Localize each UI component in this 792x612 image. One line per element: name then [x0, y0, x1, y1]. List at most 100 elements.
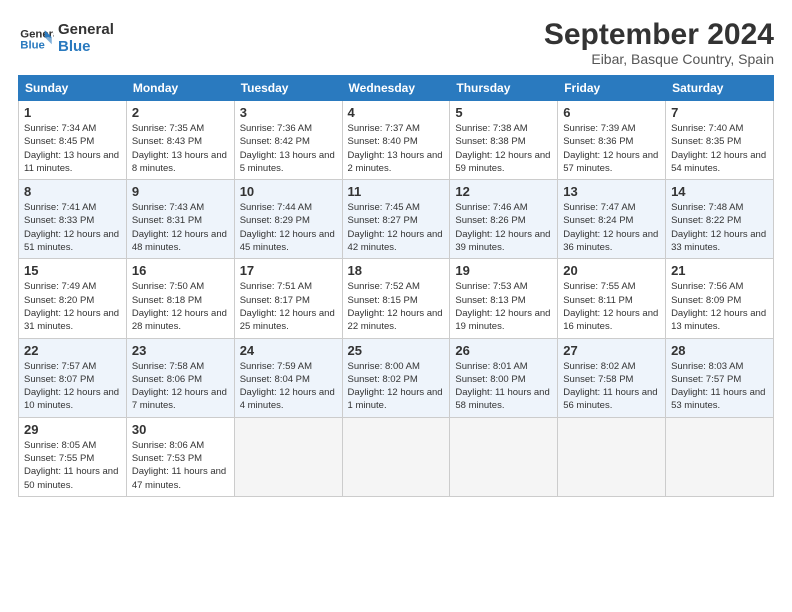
day-cell-26: 26 Sunrise: 8:01 AMSunset: 8:00 PMDayligh… — [450, 338, 558, 417]
calendar-table: Sunday Monday Tuesday Wednesday Thursday… — [18, 75, 774, 497]
col-monday: Monday — [126, 76, 234, 101]
day-number: 25 — [348, 343, 445, 358]
day-number: 16 — [132, 263, 229, 278]
day-cell-27: 27 Sunrise: 8:02 AMSunset: 7:58 PMDayligh… — [558, 338, 666, 417]
day-cell-5: 5 Sunrise: 7:38 AMSunset: 8:38 PMDaylight… — [450, 101, 558, 180]
day-number: 11 — [348, 184, 445, 199]
page-subtitle: Eibar, Basque Country, Spain — [544, 51, 774, 67]
day-info: Sunrise: 7:43 AMSunset: 8:31 PMDaylight:… — [132, 201, 229, 254]
day-number: 15 — [24, 263, 121, 278]
day-number: 10 — [240, 184, 337, 199]
day-info: Sunrise: 7:37 AMSunset: 8:40 PMDaylight:… — [348, 122, 445, 175]
calendar-row-4: 22 Sunrise: 7:57 AMSunset: 8:07 PMDayligh… — [19, 338, 774, 417]
day-number: 22 — [24, 343, 121, 358]
page: General Blue General Blue September 2024… — [0, 0, 792, 612]
day-cell-21: 21Sunrise: 7:56 AMSunset: 8:09 PMDayligh… — [666, 259, 774, 338]
col-sunday: Sunday — [19, 76, 127, 101]
day-number: 13 — [563, 184, 660, 199]
day-info: Sunrise: 8:01 AMSunset: 8:00 PMDaylight:… — [455, 360, 552, 413]
day-cell-30: 30Sunrise: 8:06 AMSunset: 7:53 PMDayligh… — [126, 417, 234, 496]
calendar-row-5: 29 Sunrise: 8:05 AMSunset: 7:55 PMDayligh… — [19, 417, 774, 496]
day-cell-12: 12Sunrise: 7:46 AMSunset: 8:26 PMDayligh… — [450, 180, 558, 259]
day-info: Sunrise: 7:38 AMSunset: 8:38 PMDaylight:… — [455, 122, 552, 175]
day-number: 27 — [563, 343, 660, 358]
col-thursday: Thursday — [450, 76, 558, 101]
day-info: Sunrise: 7:48 AMSunset: 8:22 PMDaylight:… — [671, 201, 768, 254]
day-info: Sunrise: 8:02 AMSunset: 7:58 PMDaylight:… — [563, 360, 660, 413]
day-info: Sunrise: 7:34 AMSunset: 8:45 PMDaylight:… — [24, 122, 121, 175]
title-block: September 2024 Eibar, Basque Country, Sp… — [544, 18, 774, 67]
logo-icon: General Blue — [18, 25, 54, 53]
day-cell-18: 18 Sunrise: 7:52 AMSunset: 8:15 PMDayligh… — [342, 259, 450, 338]
day-cell-24: 24Sunrise: 7:59 AMSunset: 8:04 PMDayligh… — [234, 338, 342, 417]
day-cell-28: 28Sunrise: 8:03 AMSunset: 7:57 PMDayligh… — [666, 338, 774, 417]
day-info: Sunrise: 7:40 AMSunset: 8:35 PMDaylight:… — [671, 122, 768, 175]
page-title: September 2024 — [544, 18, 774, 51]
empty-cell — [450, 417, 558, 496]
day-cell-20: 20 Sunrise: 7:55 AMSunset: 8:11 PMDayligh… — [558, 259, 666, 338]
day-cell-11: 11 Sunrise: 7:45 AMSunset: 8:27 PMDayligh… — [342, 180, 450, 259]
day-number: 19 — [455, 263, 552, 278]
day-info: Sunrise: 7:45 AMSunset: 8:27 PMDaylight:… — [348, 201, 445, 254]
day-number: 24 — [240, 343, 337, 358]
day-cell-19: 19Sunrise: 7:53 AMSunset: 8:13 PMDayligh… — [450, 259, 558, 338]
day-cell-16: 16 Sunrise: 7:50 AMSunset: 8:18 PMDayligh… — [126, 259, 234, 338]
day-info: Sunrise: 7:50 AMSunset: 8:18 PMDaylight:… — [132, 280, 229, 333]
day-info: Sunrise: 7:41 AMSunset: 8:33 PMDaylight:… — [24, 201, 121, 254]
col-friday: Friday — [558, 76, 666, 101]
day-number: 7 — [671, 105, 768, 120]
day-cell-17: 17 Sunrise: 7:51 AMSunset: 8:17 PMDayligh… — [234, 259, 342, 338]
day-info: Sunrise: 7:49 AMSunset: 8:20 PMDaylight:… — [24, 280, 121, 333]
day-info: Sunrise: 7:51 AMSunset: 8:17 PMDaylight:… — [240, 280, 337, 333]
day-cell-6: 6 Sunrise: 7:39 AMSunset: 8:36 PMDaylight… — [558, 101, 666, 180]
day-number: 12 — [455, 184, 552, 199]
calendar-row-3: 15 Sunrise: 7:49 AMSunset: 8:20 PMDayligh… — [19, 259, 774, 338]
col-tuesday: Tuesday — [234, 76, 342, 101]
logo-line2: Blue — [58, 39, 114, 56]
day-number: 1 — [24, 105, 121, 120]
day-number: 26 — [455, 343, 552, 358]
day-number: 8 — [24, 184, 121, 199]
calendar-row-1: 1 Sunrise: 7:34 AMSunset: 8:45 PMDaylight… — [19, 101, 774, 180]
day-number: 28 — [671, 343, 768, 358]
col-saturday: Saturday — [666, 76, 774, 101]
day-info: Sunrise: 7:52 AMSunset: 8:15 PMDaylight:… — [348, 280, 445, 333]
day-info: Sunrise: 7:55 AMSunset: 8:11 PMDaylight:… — [563, 280, 660, 333]
day-number: 20 — [563, 263, 660, 278]
day-cell-23: 23Sunrise: 7:58 AMSunset: 8:06 PMDayligh… — [126, 338, 234, 417]
day-cell-29: 29 Sunrise: 8:05 AMSunset: 7:55 PMDayligh… — [19, 417, 127, 496]
day-cell-13: 13 Sunrise: 7:47 AMSunset: 8:24 PMDayligh… — [558, 180, 666, 259]
day-number: 30 — [132, 422, 229, 437]
day-info: Sunrise: 7:57 AMSunset: 8:07 PMDaylight:… — [24, 360, 121, 413]
day-number: 9 — [132, 184, 229, 199]
day-number: 2 — [132, 105, 229, 120]
day-info: Sunrise: 7:47 AMSunset: 8:24 PMDaylight:… — [563, 201, 660, 254]
day-number: 5 — [455, 105, 552, 120]
empty-cell — [666, 417, 774, 496]
day-info: Sunrise: 8:05 AMSunset: 7:55 PMDaylight:… — [24, 439, 121, 492]
empty-cell — [234, 417, 342, 496]
day-number: 29 — [24, 422, 121, 437]
calendar-row-2: 8 Sunrise: 7:41 AMSunset: 8:33 PMDaylight… — [19, 180, 774, 259]
day-info: Sunrise: 7:44 AMSunset: 8:29 PMDaylight:… — [240, 201, 337, 254]
day-info: Sunrise: 7:39 AMSunset: 8:36 PMDaylight:… — [563, 122, 660, 175]
logo-line1: General — [58, 22, 114, 39]
day-info: Sunrise: 8:00 AMSunset: 8:02 PMDaylight:… — [348, 360, 445, 413]
day-number: 17 — [240, 263, 337, 278]
empty-cell — [342, 417, 450, 496]
day-cell-1: 1 Sunrise: 7:34 AMSunset: 8:45 PMDaylight… — [19, 101, 127, 180]
day-cell-25: 25 Sunrise: 8:00 AMSunset: 8:02 PMDayligh… — [342, 338, 450, 417]
day-cell-7: 7 Sunrise: 7:40 AMSunset: 8:35 PMDaylight… — [666, 101, 774, 180]
day-cell-8: 8 Sunrise: 7:41 AMSunset: 8:33 PMDaylight… — [19, 180, 127, 259]
day-info: Sunrise: 7:36 AMSunset: 8:42 PMDaylight:… — [240, 122, 337, 175]
day-cell-10: 10 Sunrise: 7:44 AMSunset: 8:29 PMDayligh… — [234, 180, 342, 259]
day-cell-9: 9 Sunrise: 7:43 AMSunset: 8:31 PMDaylight… — [126, 180, 234, 259]
day-cell-4: 4Sunrise: 7:37 AMSunset: 8:40 PMDaylight… — [342, 101, 450, 180]
day-info: Sunrise: 7:58 AMSunset: 8:06 PMDaylight:… — [132, 360, 229, 413]
empty-cell — [558, 417, 666, 496]
day-number: 18 — [348, 263, 445, 278]
logo-text: General Blue — [58, 22, 114, 55]
header: General Blue General Blue September 2024… — [18, 18, 774, 67]
svg-text:Blue: Blue — [20, 39, 45, 51]
day-number: 6 — [563, 105, 660, 120]
